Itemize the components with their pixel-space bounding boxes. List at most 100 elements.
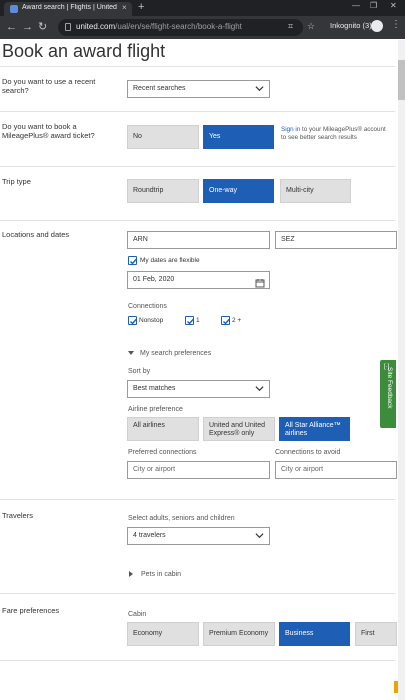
minimize-icon[interactable]: — <box>352 1 360 10</box>
airline-option-label: All Star Alliance™ airlines <box>285 422 341 437</box>
nonstop-checkbox[interactable] <box>128 316 138 325</box>
new-tab-icon[interactable]: + <box>138 1 144 13</box>
cabin-label: Cabin <box>128 611 147 618</box>
flexible-dates-label: My dates are flexible <box>140 257 200 264</box>
preferred-connections-input[interactable]: City or airport <box>127 461 270 479</box>
airline-all-option[interactable]: All airlines <box>127 417 199 441</box>
site-feedback-tab[interactable]: [·] Site Feedback <box>380 360 396 428</box>
browser-toolbar: ← → ↻ united.com/ual/en/se/flight-search… <box>0 16 405 39</box>
cabin-option-label: First <box>361 630 375 637</box>
page-scrollbar[interactable] <box>398 40 405 700</box>
site-feedback-label: Site Feedback <box>386 367 393 409</box>
divider <box>0 220 395 221</box>
airline-option-label: All airlines <box>133 422 165 429</box>
calendar-icon[interactable] <box>255 275 265 293</box>
airline-option-label: United and United Express® only <box>209 422 266 437</box>
divider <box>0 593 395 594</box>
tab-title: Award search | Flights | United Airli <box>22 4 117 11</box>
url-host: united.com <box>76 22 116 31</box>
cabin-business-option[interactable]: Business <box>279 622 350 646</box>
avoid-connections-input[interactable]: City or airport <box>275 461 397 479</box>
origin-value: ARN <box>133 236 148 243</box>
divider <box>0 660 395 661</box>
travelers-select[interactable]: 4 travelers <box>127 527 270 545</box>
divider <box>0 499 395 500</box>
award-no-option[interactable]: No <box>127 125 199 149</box>
page-title: Book an award flight <box>2 41 166 61</box>
airline-united-option[interactable]: United and United Express® only <box>203 417 275 441</box>
two-plus-stop-checkbox[interactable] <box>221 316 231 325</box>
tab-close-icon[interactable]: × <box>122 3 127 12</box>
incognito-avatar-icon[interactable] <box>371 20 383 32</box>
address-bar[interactable]: united.com/ual/en/se/flight-search/book-… <box>58 19 303 36</box>
cabin-first-option[interactable]: First <box>355 622 397 646</box>
travelers-label: Travelers <box>2 511 33 520</box>
avoid-connections-placeholder: City or airport <box>281 466 324 473</box>
back-icon[interactable]: ← <box>6 20 17 34</box>
two-plus-stop-label: 2 + <box>232 317 242 324</box>
lock-icon <box>65 23 71 31</box>
nonstop-label: Nonstop <box>139 317 164 324</box>
award-yes-label: Yes <box>209 133 221 140</box>
airline-star-alliance-option[interactable]: All Star Alliance™ airlines <box>279 417 350 441</box>
award-yes-option[interactable]: Yes <box>203 125 274 149</box>
signin-hint: Sign in to your MileagePlus® account to … <box>281 126 391 142</box>
destination-value: SEZ <box>281 236 295 243</box>
recent-search-select[interactable]: Recent searches <box>127 80 270 98</box>
caret-right-icon[interactable] <box>129 571 133 577</box>
origin-input[interactable]: ARN <box>127 231 270 249</box>
divider <box>0 66 395 67</box>
one-stop-checkbox[interactable] <box>185 316 195 325</box>
restore-icon[interactable]: ❐ <box>370 1 377 10</box>
browser-tab[interactable]: Award search | Flights | United Airli × <box>4 2 132 16</box>
search-preferences-toggle[interactable]: My search preferences <box>140 350 211 357</box>
avoid-connections-label: Connections to avoid <box>275 449 341 456</box>
chat-tab[interactable] <box>394 681 398 693</box>
divider <box>0 166 395 167</box>
scrollbar-thumb[interactable] <box>398 60 405 100</box>
cabin-option-label: Business <box>285 630 314 637</box>
trip-oneway-option[interactable]: One-way <box>203 179 274 203</box>
incognito-label[interactable]: Inkognito (3) <box>330 21 372 30</box>
flexible-dates-checkbox[interactable] <box>128 256 138 265</box>
signin-link[interactable]: Sign in <box>281 126 300 133</box>
trip-option-label: Roundtrip <box>133 187 164 194</box>
pets-in-cabin-toggle[interactable]: Pets in cabin <box>141 571 181 578</box>
browser-menu-icon[interactable]: ⋮ <box>391 19 401 30</box>
award-no-label: No <box>133 133 142 140</box>
travelers-value: 4 travelers <box>133 532 166 539</box>
recent-search-value: Recent searches <box>133 85 186 92</box>
locations-label: Locations and dates <box>2 230 70 239</box>
bookmark-star-icon[interactable]: ☆ <box>307 21 315 32</box>
cabin-premium-economy-option[interactable]: Premium Economy <box>203 622 275 646</box>
forward-icon[interactable]: → <box>22 20 33 34</box>
caret-down-icon[interactable] <box>128 351 134 355</box>
sort-by-select[interactable]: Best matches <box>127 380 270 398</box>
destination-input[interactable]: SEZ <box>275 231 397 249</box>
trip-type-label: Trip type <box>2 177 31 186</box>
browser-tab-bar: Award search | Flights | United Airli × … <box>0 0 405 16</box>
chevron-down-icon <box>255 384 264 392</box>
one-stop-label: 1 <box>196 317 200 324</box>
chevron-down-icon <box>255 84 264 92</box>
cabin-option-label: Economy <box>133 630 163 637</box>
divider <box>0 111 395 112</box>
united-favicon-icon <box>10 5 18 13</box>
date-input[interactable]: 01 Feb, 2020 <box>127 271 270 289</box>
url-text: united.com/ual/en/se/flight-search/book-… <box>76 22 242 31</box>
sort-by-value: Best matches <box>133 385 176 392</box>
airline-preference-label: Airline preference <box>128 406 183 413</box>
translate-icon[interactable]: ⌗ <box>288 21 293 32</box>
window-close-icon[interactable]: ✕ <box>390 1 397 10</box>
cabin-option-label: Premium Economy <box>209 630 269 637</box>
reload-icon[interactable]: ↻ <box>38 20 47 34</box>
travelers-select-label: Select adults, seniors and children <box>128 515 235 522</box>
trip-option-label: One-way <box>209 187 238 194</box>
recent-search-question: Do you want to use a recent search? <box>2 77 96 95</box>
date-value: 01 Feb, 2020 <box>133 276 175 283</box>
award-ticket-question: Do you want to book a MileagePlus® award… <box>2 122 95 140</box>
connections-label: Connections <box>128 303 167 310</box>
trip-roundtrip-option[interactable]: Roundtrip <box>127 179 199 203</box>
cabin-economy-option[interactable]: Economy <box>127 622 199 646</box>
trip-multicity-option[interactable]: Multi-city <box>280 179 351 203</box>
